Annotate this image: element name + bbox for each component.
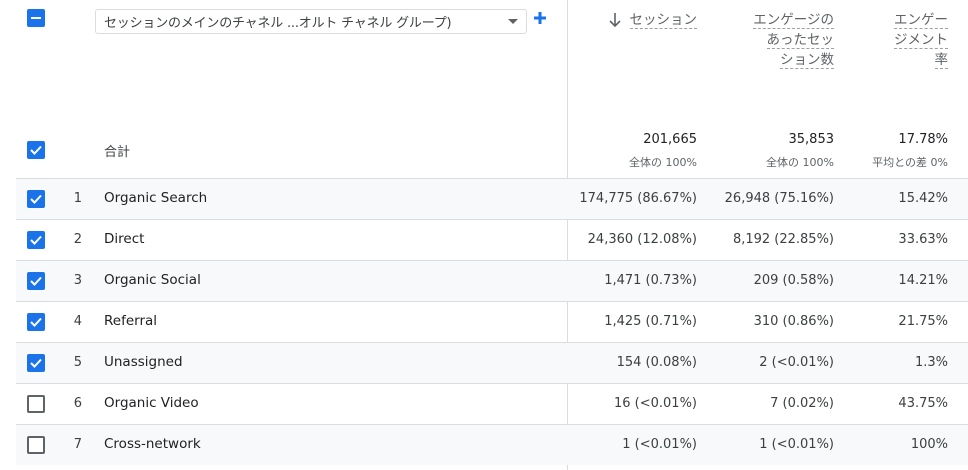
dimension-select-label: セッションのメインのチャネル ...オルト チャネル グループ)	[104, 16, 452, 31]
check-icon	[30, 358, 42, 368]
row-engaged-sessions: 1 (<0.01%)	[759, 437, 834, 452]
row-engaged-sessions: 310 (0.86%)	[753, 314, 834, 329]
total-engagement-rate-diff: 平均との差 0%	[872, 156, 948, 169]
row-channel-name: Cross-network	[104, 436, 201, 452]
total-engaged-sessions: 35,853	[788, 132, 835, 147]
total-sessions: 201,665	[643, 132, 697, 147]
row-engagement-rate: 43.75%	[898, 396, 948, 411]
row-channel-name: Referral	[104, 313, 158, 329]
indeterminate-checkbox-icon	[31, 17, 41, 19]
check-icon	[30, 276, 42, 286]
row-channel-name: Organic Social	[104, 272, 201, 288]
total-engaged-sessions-share: 全体の 100%	[766, 156, 834, 169]
dimension-select[interactable]: セッションのメインのチャネル ...オルト チャネル グループ)	[95, 9, 527, 34]
row-index: 4	[73, 314, 82, 329]
metric-header-sessions[interactable]: セッション	[629, 10, 697, 30]
row-sessions: 16 (<0.01%)	[613, 396, 697, 411]
metric-header-engaged-sessions[interactable]: エンゲージの あったセッ ション数	[753, 10, 834, 70]
row-sessions: 1 (<0.01%)	[622, 437, 697, 452]
check-icon	[30, 235, 42, 245]
row-checkbox[interactable]	[27, 395, 45, 413]
total-sessions-share: 全体の 100%	[629, 156, 697, 169]
row-index: 2	[73, 232, 82, 247]
metric-header-line: 率	[934, 52, 948, 69]
row-sessions: 154 (0.08%)	[616, 355, 697, 370]
table-row: 6 Organic Video 16 (<0.01%) 7 (0.02%) 43…	[16, 383, 968, 424]
row-channel-name: Direct	[104, 231, 145, 247]
row-engaged-sessions: 7 (0.02%)	[770, 396, 834, 411]
metric-header-line: セッション	[629, 12, 697, 29]
arrow-down-icon[interactable]	[608, 12, 622, 28]
row-index: 3	[73, 273, 82, 288]
caret-down-icon	[508, 19, 518, 24]
check-icon	[30, 194, 42, 204]
row-channel-name: Organic Video	[104, 395, 199, 411]
totals-checkbox[interactable]	[27, 141, 45, 159]
table-row: 3 Organic Social 1,471 (0.73%) 209 (0.58…	[16, 260, 968, 301]
row-checkbox[interactable]	[27, 272, 45, 290]
select-all-checkbox[interactable]	[27, 9, 45, 27]
row-engagement-rate: 14.21%	[898, 273, 948, 288]
row-channel-name: Unassigned	[104, 354, 183, 370]
row-engaged-sessions: 26,948 (75.16%)	[724, 191, 834, 206]
row-index: 6	[73, 396, 82, 411]
metric-header-line: エンゲー	[894, 12, 948, 29]
row-sessions: 1,425 (0.71%)	[604, 314, 697, 329]
row-engagement-rate: 21.75%	[898, 314, 948, 329]
row-sessions: 24,360 (12.08%)	[587, 232, 697, 247]
row-index: 5	[73, 355, 82, 370]
row-engaged-sessions: 209 (0.58%)	[753, 273, 834, 288]
total-engagement-rate: 17.78%	[898, 132, 948, 147]
metric-header-line: エンゲージの	[753, 12, 834, 29]
metric-header-engagement-rate[interactable]: エンゲー ジメント 率	[894, 10, 948, 70]
row-engagement-rate: 15.42%	[898, 191, 948, 206]
row-engagement-rate: 33.63%	[898, 232, 948, 247]
metric-header-line: あったセッ	[766, 32, 834, 49]
table-row: 7 Cross-network 1 (<0.01%) 1 (<0.01%) 10…	[16, 424, 968, 465]
row-checkbox[interactable]	[27, 190, 45, 208]
row-engagement-rate: 100%	[910, 437, 948, 452]
row-channel-name: Organic Search	[104, 190, 208, 206]
check-icon	[30, 317, 42, 327]
row-sessions: 174,775 (86.67%)	[579, 191, 697, 206]
plus-icon[interactable]	[533, 11, 547, 25]
row-checkbox[interactable]	[27, 436, 45, 454]
table-row: 5 Unassigned 154 (0.08%) 2 (<0.01%) 1.3%	[16, 342, 968, 383]
metric-header-line: ジメント	[894, 32, 948, 49]
row-index: 1	[73, 191, 82, 206]
table-row: 1 Organic Search 174,775 (86.67%) 26,948…	[16, 178, 968, 219]
row-checkbox[interactable]	[27, 313, 45, 331]
row-engaged-sessions: 2 (<0.01%)	[759, 355, 834, 370]
table-row: 2 Direct 24,360 (12.08%) 8,192 (22.85%) …	[16, 219, 968, 260]
row-engaged-sessions: 8,192 (22.85%)	[732, 232, 834, 247]
table-row: 4 Referral 1,425 (0.71%) 310 (0.86%) 21.…	[16, 301, 968, 342]
row-index: 7	[73, 437, 82, 452]
row-sessions: 1,471 (0.73%)	[604, 273, 697, 288]
row-engagement-rate: 1.3%	[914, 355, 948, 370]
check-icon	[30, 145, 42, 155]
row-checkbox[interactable]	[27, 231, 45, 249]
totals-label: 合計	[104, 145, 131, 160]
metric-header-line: ション数	[780, 52, 834, 69]
row-checkbox[interactable]	[27, 354, 45, 372]
